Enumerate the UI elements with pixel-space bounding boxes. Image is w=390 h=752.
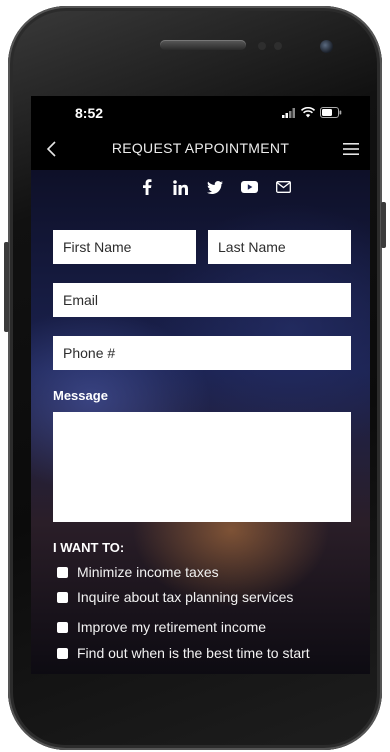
email-input[interactable]	[53, 283, 351, 317]
menu-button[interactable]	[340, 138, 362, 160]
checkbox[interactable]	[57, 621, 68, 633]
message-textarea[interactable]	[53, 412, 351, 522]
status-time: 8:52	[75, 105, 104, 121]
checkbox[interactable]	[57, 647, 68, 659]
linkedin-icon[interactable]	[171, 178, 191, 196]
form-area: Message I WANT TO: Minimize income taxes…	[31, 170, 370, 674]
facebook-icon[interactable]	[137, 178, 157, 196]
battery-icon	[320, 107, 342, 118]
signal-icon	[282, 107, 295, 118]
volume-button	[4, 242, 9, 332]
option-retirement-income[interactable]: Improve my retirement income	[57, 619, 266, 635]
app-header: REQUEST APPOINTMENT	[31, 130, 370, 170]
front-camera	[320, 40, 333, 53]
option-label: Inquire about tax planning services	[77, 589, 294, 605]
earpiece-speaker	[160, 40, 246, 50]
email-icon[interactable]	[273, 178, 293, 196]
option-label: Minimize income taxes	[77, 564, 219, 580]
page-title: REQUEST APPOINTMENT	[111, 140, 290, 156]
i-want-to-label: I WANT TO:	[53, 540, 125, 555]
option-label: Improve my retirement income	[77, 619, 267, 635]
last-name-input[interactable]	[208, 230, 351, 264]
proximity-sensor	[258, 42, 266, 50]
option-best-time[interactable]: Find out when is the best time to start	[57, 645, 310, 661]
status-icons	[282, 107, 342, 118]
social-links	[137, 178, 293, 196]
checkbox[interactable]	[57, 566, 68, 578]
status-bar: 8:52	[31, 96, 370, 130]
power-button	[381, 202, 386, 248]
first-name-input[interactable]	[53, 230, 196, 264]
twitter-icon[interactable]	[205, 178, 225, 196]
message-label: Message	[53, 388, 108, 403]
hamburger-menu-icon	[343, 143, 359, 155]
option-label: Find out when is the best time to start	[77, 645, 310, 661]
phone-screen: 8:52 REQUEST APPOINTMENT First Name Last…	[31, 96, 370, 674]
wifi-icon	[301, 107, 315, 118]
checkbox[interactable]	[57, 591, 68, 603]
option-minimize-taxes[interactable]: Minimize income taxes	[57, 564, 219, 580]
light-sensor	[274, 42, 282, 50]
phone-input[interactable]	[53, 336, 351, 370]
option-tax-planning[interactable]: Inquire about tax planning services	[57, 589, 293, 605]
youtube-icon[interactable]	[239, 178, 259, 196]
